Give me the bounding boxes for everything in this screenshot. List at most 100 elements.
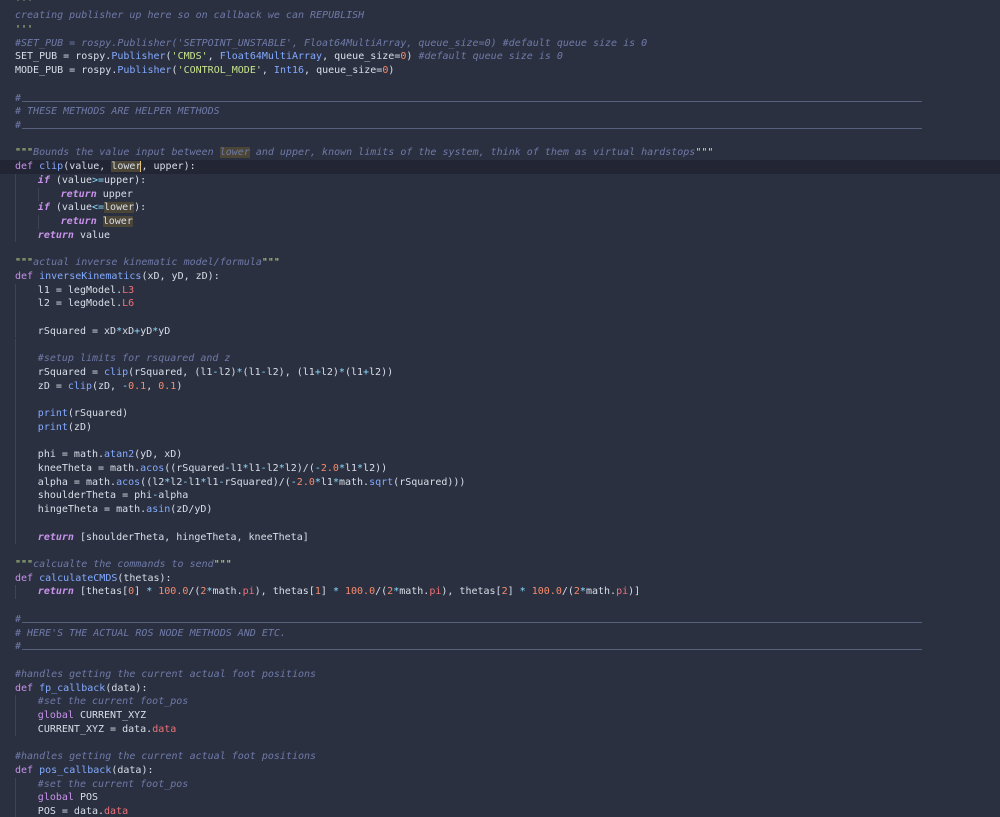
code-line[interactable]: #set the current foot_pos	[0, 777, 1000, 792]
code-token: clip	[67, 380, 92, 392]
code-token: def	[15, 682, 40, 694]
code-line[interactable]: creating publisher up here so on callbac…	[0, 9, 1000, 23]
indent-guide	[15, 352, 16, 366]
indent-guide	[15, 228, 16, 243]
code-token: actual inverse kinematic model/formula	[33, 257, 262, 269]
code-token: creating publisher up here so on callbac…	[15, 10, 365, 22]
code-token: asin	[146, 504, 171, 516]
code-line[interactable]: def pos_callback(data):	[0, 764, 1000, 778]
code-line[interactable]	[0, 599, 1000, 613]
code-token: return	[37, 531, 80, 543]
code-token: clip	[39, 161, 64, 173]
code-text: return value	[38, 229, 110, 243]
code-line[interactable]: if (value>=upper):	[0, 173, 1000, 188]
code-line[interactable]: def clip(value, lower, upper):	[0, 160, 1000, 174]
code-line[interactable]: #SET_PUB = rospy.Publisher('SETPOINT_UNS…	[0, 37, 1000, 51]
code-line[interactable]: def fp_callback(data):	[0, 682, 1000, 696]
code-line[interactable]: l2 = legModel.L6	[0, 297, 1000, 312]
code-line[interactable]: hingeTheta = math.asin(zD/yD)	[0, 503, 1000, 517]
code-line[interactable]: global POS	[0, 791, 1000, 805]
code-line[interactable]: # HERE'S THE ACTUAL ROS NODE METHODS AND…	[0, 627, 1000, 641]
code-token: (zD,	[92, 380, 123, 392]
code-token: ):	[183, 161, 196, 173]
code-text: """calcualte the commands to send"""	[15, 558, 232, 572]
code-line[interactable]	[0, 338, 1000, 353]
code-line[interactable]: return value	[0, 228, 1000, 243]
code-line[interactable]: alpha = math.acos((l2*l2-l1*l1-rSquared)…	[0, 475, 1000, 490]
code-line[interactable]: #set the current foot_pos	[0, 695, 1000, 709]
code-line[interactable]: def calculateCMDS(thetas):	[0, 572, 1000, 586]
code-line[interactable]: #handles getting the current actual foot…	[0, 750, 1000, 764]
code-text: POS = data.data	[38, 805, 128, 817]
code-token: SET_PUB = rospy.	[15, 51, 112, 63]
code-line[interactable]	[0, 544, 1000, 558]
code-text: phi = math.atan2(yD, xD)	[38, 448, 183, 462]
code-line[interactable]: #handles getting the current actual foot…	[0, 668, 1000, 682]
indent-guide	[15, 297, 16, 312]
code-line[interactable]	[0, 78, 1000, 92]
code-line[interactable]: global CURRENT_XYZ	[0, 708, 1000, 723]
code-token: l2))	[369, 366, 394, 378]
code-line[interactable]: return upper	[0, 187, 1000, 202]
code-line[interactable]	[0, 133, 1000, 147]
separator-rule	[22, 127, 922, 129]
code-token: #SET_PUB = rospy.Publisher('SETPOINT_UNS…	[15, 37, 648, 49]
code-token: return	[37, 229, 80, 241]
code-line[interactable]: return lower	[0, 215, 1000, 229]
code-text: creating publisher up here so on callbac…	[15, 9, 364, 23]
code-line[interactable]: #	[0, 92, 1000, 106]
code-token: zD =	[37, 380, 68, 392]
code-text: # THESE METHODS ARE HELPER METHODS	[15, 105, 220, 119]
code-line[interactable]: # THESE METHODS ARE HELPER METHODS	[0, 105, 1000, 119]
code-line[interactable]: #	[0, 613, 1000, 627]
code-text: SET_PUB = rospy.Publisher('CMDS', Float6…	[15, 50, 563, 64]
code-line[interactable]: """actual inverse kinematic model/formul…	[0, 256, 1000, 270]
code-line[interactable]: kneeTheta = math.acos((rSquared-l1*l1-l2…	[0, 461, 1000, 476]
code-editor[interactable]: ''' creating publisher up here so on call…	[0, 0, 1000, 817]
code-line[interactable]: shoulderTheta = phi-alpha	[0, 489, 1000, 504]
code-line[interactable]: """calcualte the commands to send"""	[0, 558, 1000, 572]
code-line[interactable]: #setup limits for rsquared and z	[0, 352, 1000, 366]
code-line[interactable]: POS = data.data	[0, 804, 1000, 817]
code-line[interactable]: """Bounds the value input between lower …	[0, 146, 1000, 160]
code-line[interactable]: l1 = legModel.L3	[0, 283, 1000, 298]
code-token: l2	[266, 462, 279, 474]
code-line[interactable]	[0, 393, 1000, 408]
code-token: /(	[188, 586, 201, 598]
code-line[interactable]: print(zD)	[0, 420, 1000, 435]
code-line[interactable]	[0, 654, 1000, 668]
code-line[interactable]: zD = clip(zD, -0.1, 0.1)	[0, 379, 1000, 394]
code-line[interactable]: SET_PUB = rospy.Publisher('CMDS', Float6…	[0, 50, 1000, 64]
code-token: fp_callback	[39, 682, 106, 694]
code-line[interactable]: print(rSquared)	[0, 407, 1000, 421]
code-text: """actual inverse kinematic model/formul…	[15, 256, 280, 270]
code-line[interactable]: phi = math.atan2(yD, xD)	[0, 448, 1000, 462]
code-line[interactable]: rSquared = xD*xD+yD*yD	[0, 324, 1000, 339]
code-line[interactable]: '''	[0, 0, 1000, 9]
code-token: (value,	[63, 161, 112, 173]
code-token: ((l2	[140, 476, 165, 488]
code-line[interactable]: #	[0, 119, 1000, 133]
indent-guide	[15, 708, 16, 723]
code-line[interactable]	[0, 736, 1000, 750]
code-line[interactable]	[0, 434, 1000, 449]
code-line[interactable]: if (value<=lower):	[0, 201, 1000, 215]
code-line[interactable]: return [thetas[0] * 100.0/(2*math.pi), t…	[0, 585, 1000, 600]
code-line[interactable]: CURRENT_XYZ = data.data	[0, 722, 1000, 737]
code-token: lower	[219, 147, 250, 159]
code-line[interactable]	[0, 311, 1000, 325]
code-line[interactable]	[0, 516, 1000, 531]
code-line[interactable]: MODE_PUB = rospy.Publisher('CONTROL_MODE…	[0, 64, 1000, 78]
code-line[interactable]: '''	[0, 23, 1000, 37]
indent-guide	[15, 407, 16, 421]
code-token: #handles getting the current actual foot…	[15, 668, 317, 680]
code-line[interactable]: def inverseKinematics(xD, yD, zD):	[0, 270, 1000, 284]
code-line[interactable]: rSquared = clip(rSquared, (l1-l2)*(l1-l2…	[0, 365, 1000, 380]
code-line[interactable]: return [shoulderTheta, hingeTheta, kneeT…	[0, 530, 1000, 545]
code-line[interactable]	[0, 242, 1000, 256]
code-token: #set the current foot_pos	[37, 696, 189, 708]
code-token: (l1	[344, 366, 363, 378]
code-token: calcualte the commands to send	[33, 559, 214, 571]
code-token: # THESE METHODS ARE HELPER METHODS	[15, 106, 220, 118]
code-line[interactable]: #	[0, 640, 1000, 654]
